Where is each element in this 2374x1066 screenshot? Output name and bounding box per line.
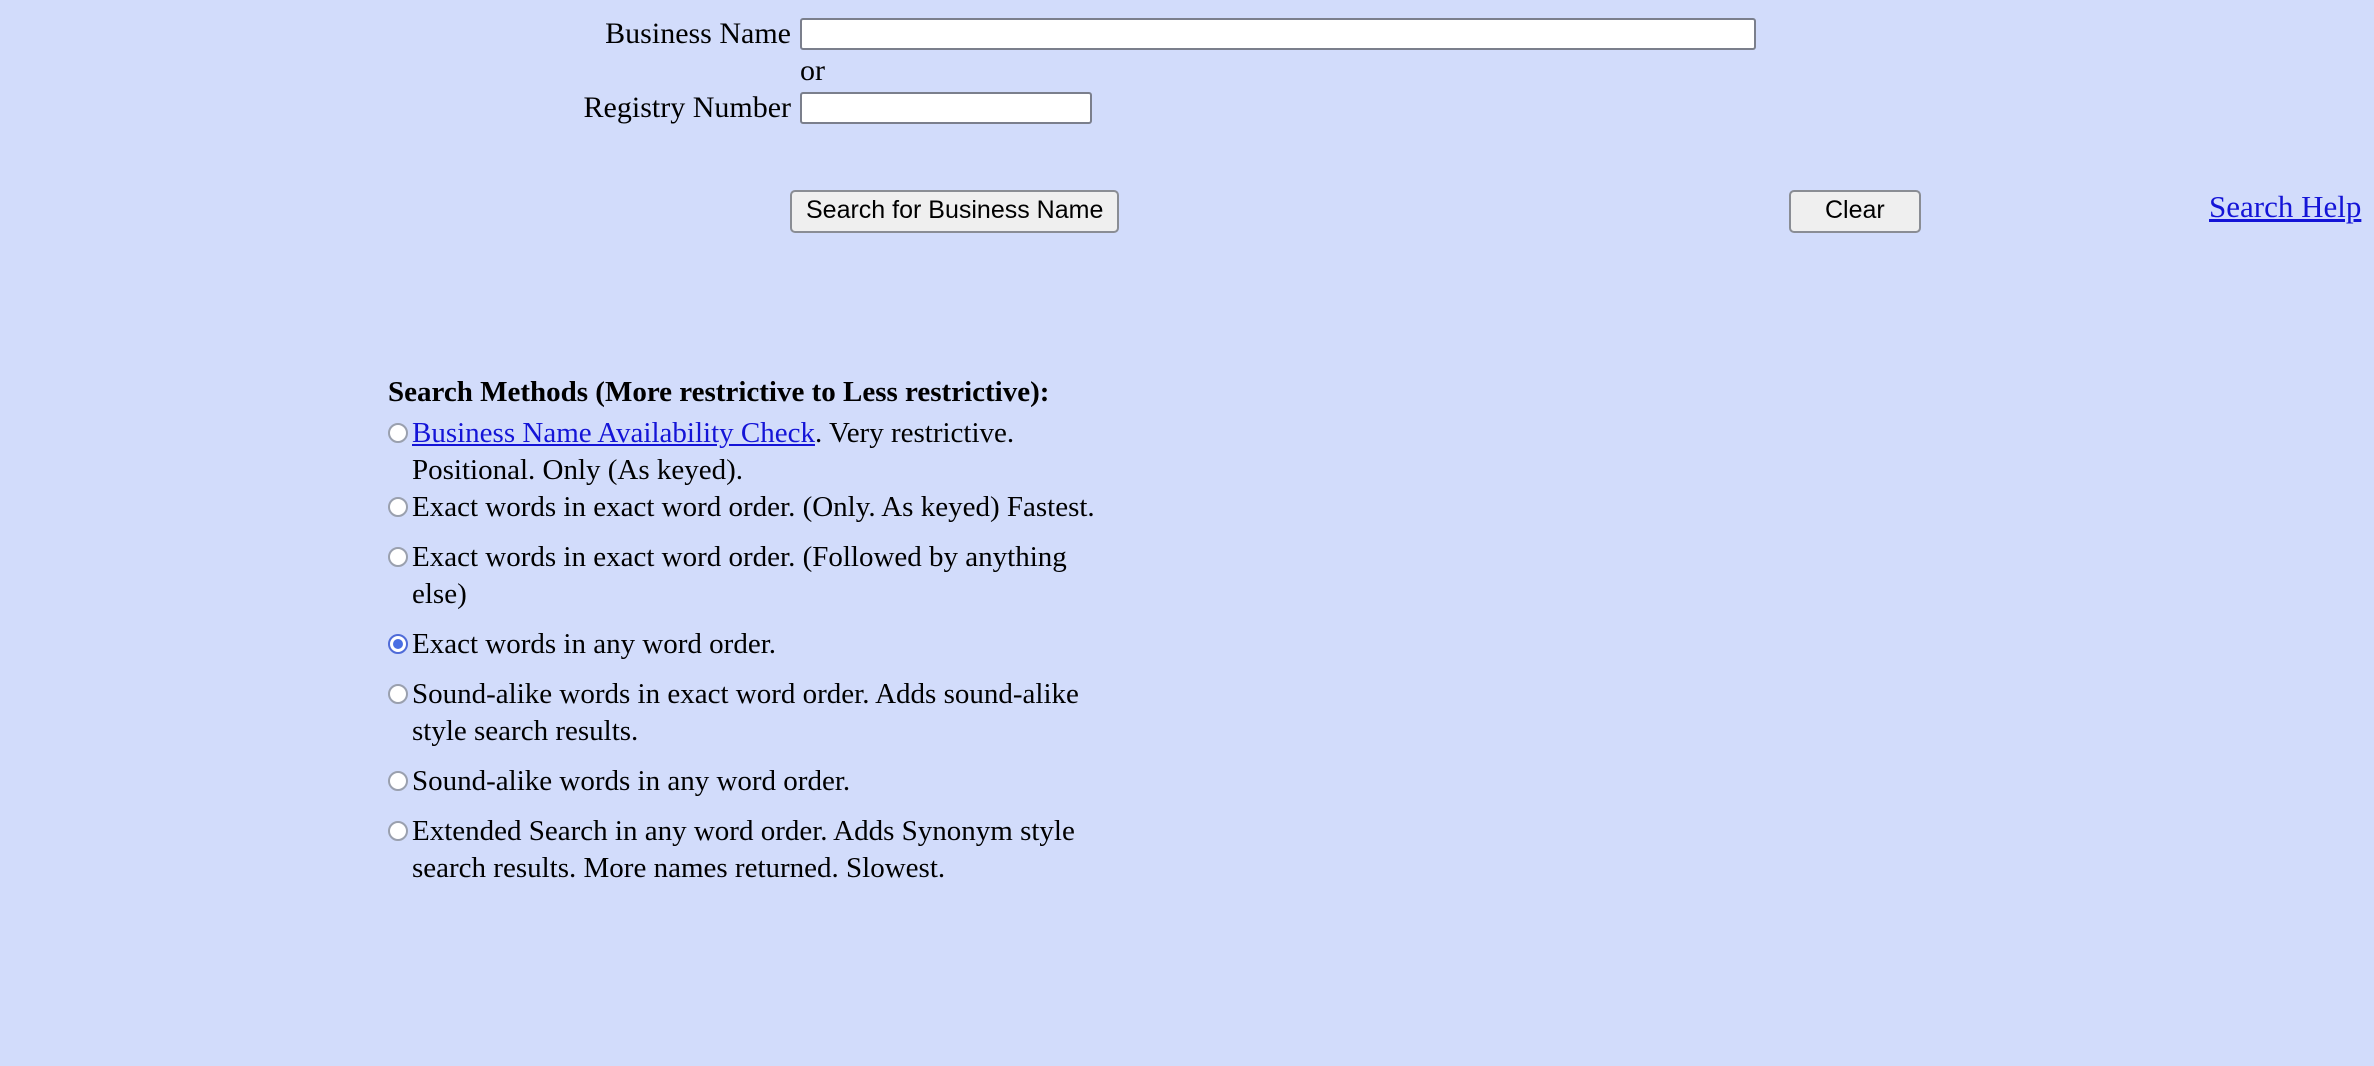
search-method-label-exact-any-order: Exact words in any word order. bbox=[412, 628, 777, 660]
radio-icon-availability-check[interactable] bbox=[388, 423, 408, 443]
search-method-option-exact-order-only[interactable]: Exact words in exact word order. (Only. … bbox=[388, 489, 1488, 526]
radio-icon-exact-order-only[interactable] bbox=[388, 497, 408, 517]
search-method-label-exact-order-only: Exact words in exact word order. (Only. … bbox=[412, 491, 1095, 523]
search-method-label-soundalike-any-order: Sound-alike words in any word order. bbox=[412, 765, 851, 797]
search-method-label-extended-search: Extended Search in any word order. Adds … bbox=[412, 815, 1075, 884]
search-method-label-soundalike-exact-order: Sound-alike words in exact word order. A… bbox=[412, 678, 1079, 747]
search-method-label-availability-check: Business Name Availability Check. Very r… bbox=[412, 415, 1112, 489]
radio-icon-exact-any-order[interactable] bbox=[388, 634, 408, 654]
search-methods-section: Search Methods (More restrictive to Less… bbox=[388, 378, 1488, 887]
search-method-option-exact-order-followed[interactable]: Exact words in exact word order. (Follow… bbox=[388, 539, 1488, 613]
or-label: or bbox=[800, 54, 825, 87]
radio-icon-soundalike-any-order[interactable] bbox=[388, 771, 408, 791]
clear-button[interactable]: Clear bbox=[1789, 190, 1921, 233]
business-name-label: Business Name bbox=[605, 17, 791, 50]
registry-number-input[interactable] bbox=[800, 92, 1092, 124]
search-method-label-exact-order-followed: Exact words in exact word order. (Follow… bbox=[412, 541, 1067, 610]
search-method-option-soundalike-exact-order[interactable]: Sound-alike words in exact word order. A… bbox=[388, 676, 1488, 750]
radio-icon-extended-search[interactable] bbox=[388, 821, 408, 841]
registry-number-label: Registry Number bbox=[583, 91, 791, 124]
business-name-row: Business Name bbox=[0, 18, 2374, 50]
radio-icon-soundalike-exact-order[interactable] bbox=[388, 684, 408, 704]
search-help-link[interactable]: Search Help bbox=[2209, 191, 2361, 222]
search-method-option-exact-any-order[interactable]: Exact words in any word order. bbox=[388, 626, 1488, 663]
business-name-input[interactable] bbox=[800, 18, 1756, 50]
or-separator-row: or bbox=[0, 56, 2374, 86]
business-name-availability-check-link[interactable]: Business Name Availability Check bbox=[412, 417, 815, 449]
search-for-business-name-button[interactable]: Search for Business Name bbox=[790, 190, 1120, 233]
search-methods-heading: Search Methods (More restrictive to Less… bbox=[388, 376, 1050, 408]
radio-icon-exact-order-followed[interactable] bbox=[388, 547, 408, 567]
action-row: Search for Business Name Clear Search He… bbox=[0, 190, 2374, 234]
registry-number-row: Registry Number bbox=[0, 92, 2374, 124]
search-method-option-availability-check[interactable]: Business Name Availability Check. Very r… bbox=[388, 415, 1488, 489]
search-method-option-soundalike-any-order[interactable]: Sound-alike words in any word order. bbox=[388, 763, 1488, 800]
search-method-option-extended-search[interactable]: Extended Search in any word order. Adds … bbox=[388, 813, 1488, 887]
business-search-form: Business Name or Registry Number bbox=[0, 0, 2374, 124]
